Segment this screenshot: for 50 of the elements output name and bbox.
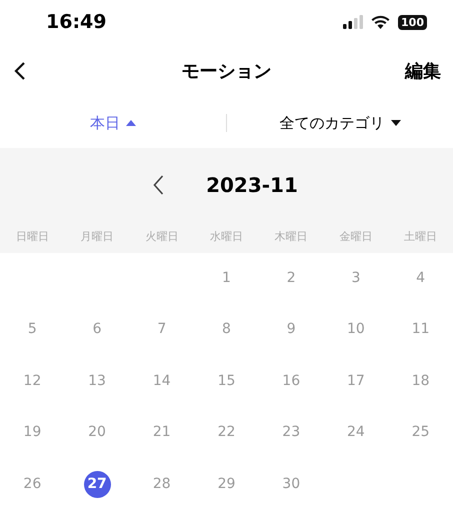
calendar-day[interactable]: 16 [278, 368, 305, 395]
calendar-day[interactable]: 22 [212, 419, 240, 446]
weekday-label: 水曜日 [208, 229, 244, 246]
chevron-left-icon [153, 175, 164, 195]
calendar-day[interactable]: 18 [407, 368, 434, 395]
calendar-day[interactable]: 28 [148, 470, 176, 498]
calendar-day[interactable]: 8 [212, 316, 240, 344]
weekday-label: 金曜日 [338, 229, 374, 246]
calendar-day[interactable]: 6 [84, 316, 111, 344]
wifi-icon [371, 15, 390, 30]
weekday-label: 火曜日 [144, 229, 180, 246]
calendar-day[interactable]: 24 [342, 419, 370, 446]
weekday-label: 日曜日 [14, 229, 50, 246]
calendar-day[interactable]: 30 [278, 470, 305, 498]
calendar-day[interactable]: 4 [407, 264, 434, 292]
calendar-day[interactable]: 10 [342, 316, 370, 344]
calendar-day[interactable]: 21 [148, 419, 176, 446]
calendar-day[interactable]: 15 [212, 368, 240, 395]
weekday-label: 土曜日 [403, 229, 438, 246]
weekday-label: 月曜日 [80, 229, 115, 246]
edit-button[interactable]: 編集 [405, 58, 441, 85]
filter-tab[interactable]: 全てのカテゴリ [280, 112, 400, 134]
calendar-day[interactable]: 20 [84, 419, 111, 446]
calendar-day[interactable]: 25 [407, 419, 434, 446]
calendar-day[interactable]: 3 [342, 264, 370, 292]
calendar-day[interactable]: 14 [148, 368, 176, 395]
calendar-day[interactable]: 13 [84, 368, 111, 395]
calendar-day[interactable]: 9 [278, 316, 305, 344]
month-label: 2023-11 [206, 172, 298, 199]
back-icon [14, 61, 26, 82]
caret-down-icon [390, 120, 400, 126]
filter-tab[interactable]: 本日 [90, 112, 136, 134]
calendar-day[interactable]: 1 [212, 264, 240, 292]
calendar-day[interactable]: 19 [18, 419, 46, 446]
status-time: 16:49 [46, 10, 106, 35]
calendar-day[interactable]: 5 [18, 316, 46, 344]
caret-up-icon [126, 120, 136, 126]
calendar-day[interactable]: 23 [278, 419, 305, 446]
battery-icon: 100 [398, 14, 427, 30]
page-title: モーション [182, 60, 272, 84]
calendar-day[interactable]: 26 [18, 470, 46, 498]
calendar-day[interactable]: 11 [407, 316, 434, 344]
calendar-day[interactable]: 17 [342, 368, 370, 395]
calendar-day[interactable]: 12 [18, 368, 46, 395]
calendar-day[interactable]: 27 [84, 470, 111, 498]
calendar-day[interactable]: 29 [212, 470, 240, 498]
signal-icon [343, 15, 364, 30]
calendar-day[interactable]: 2 [278, 264, 305, 292]
weekday-label: 木曜日 [274, 229, 309, 246]
calendar-day[interactable]: 7 [148, 316, 176, 344]
